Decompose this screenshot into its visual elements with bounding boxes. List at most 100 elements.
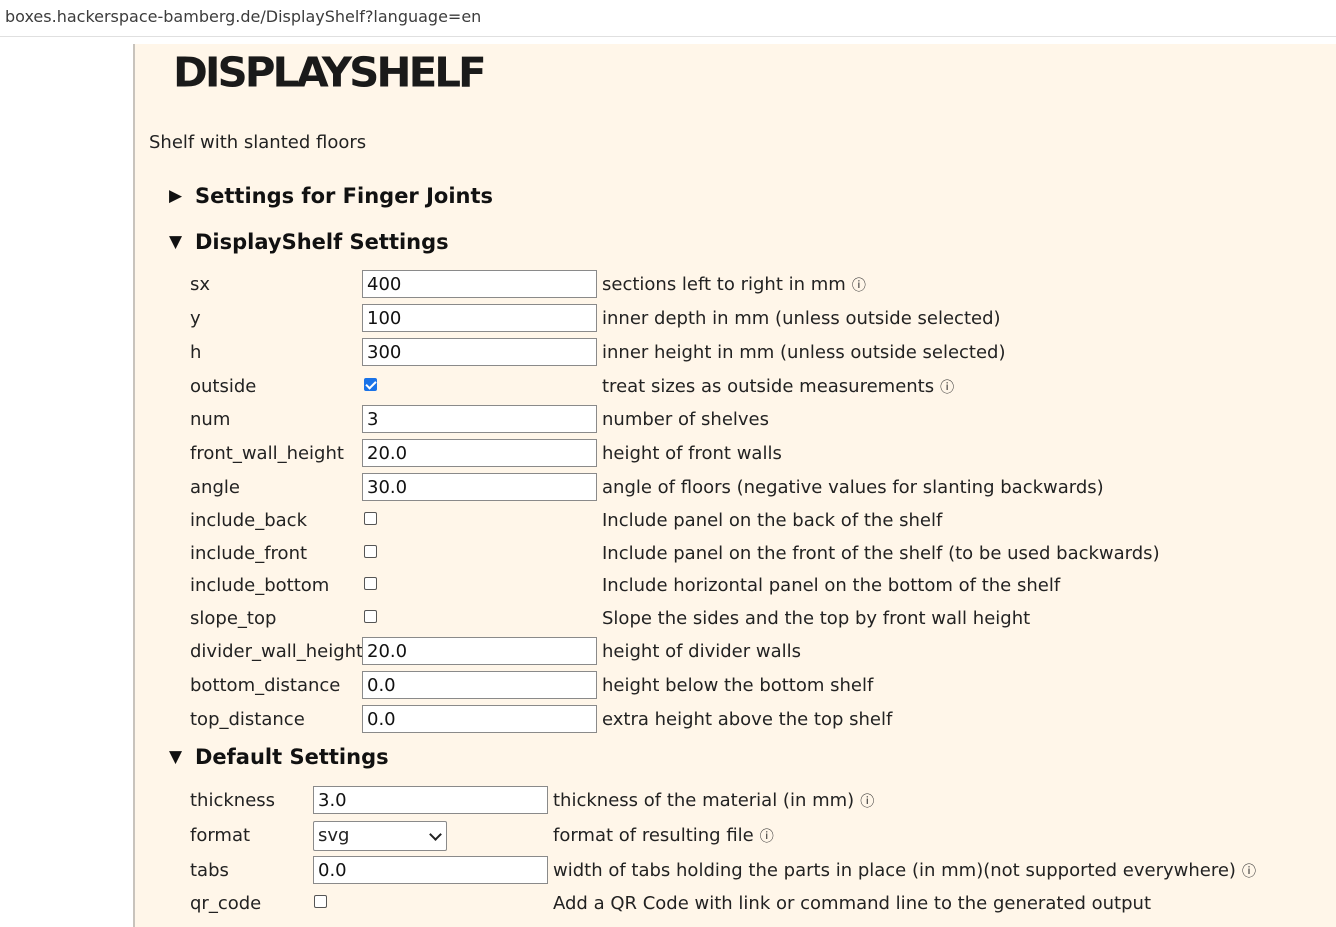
h-input[interactable]: [362, 338, 597, 366]
setting-row-slope_top: slope_top Slope the sides and the top by …: [190, 604, 1310, 634]
setting-row-format: format svg format of resulting file ⓘ: [190, 821, 1310, 851]
include-back-checkbox[interactable]: [364, 512, 377, 525]
help-text: Include panel on the front of the shelf …: [602, 543, 1160, 564]
format-select[interactable]: svg: [313, 821, 447, 851]
setting-help: sections left to right in mm ⓘ: [602, 274, 866, 295]
setting-label: qr_code: [190, 893, 262, 914]
tabs-input[interactable]: [313, 856, 548, 884]
include-bottom-checkbox[interactable]: [364, 577, 377, 590]
help-text: inner depth in mm (unless outside select…: [602, 308, 1001, 329]
qr-code-checkbox[interactable]: [314, 895, 327, 908]
include-front-checkbox[interactable]: [364, 545, 377, 558]
help-text: format of resulting file: [553, 825, 754, 846]
setting-help: number of shelves: [602, 409, 769, 430]
help-text: Include panel on the back of the shelf: [602, 510, 943, 531]
setting-help: height of front walls: [602, 443, 782, 464]
section-title: Default Settings: [195, 745, 389, 769]
y-input[interactable]: [362, 304, 597, 332]
section-displayshelf-settings[interactable]: ▼ DisplayShelf Settings: [169, 230, 449, 254]
front-wall-height-input[interactable]: [362, 439, 597, 467]
setting-help: Include panel on the front of the shelf …: [602, 543, 1160, 564]
setting-help: height of divider walls: [602, 641, 801, 662]
help-text: height of front walls: [602, 443, 782, 464]
help-text: height of divider walls: [602, 641, 802, 662]
setting-label: include_front: [190, 543, 308, 564]
chevron-down-icon: [429, 828, 442, 841]
sx-input[interactable]: [362, 270, 597, 298]
setting-label: front_wall_height: [190, 443, 344, 464]
bottom-distance-input[interactable]: [362, 671, 597, 699]
select-value: svg: [318, 825, 350, 846]
setting-row-qr_code: qr_code Add a QR Code with link or comman…: [190, 889, 1310, 919]
setting-label: angle: [190, 477, 240, 498]
angle-input[interactable]: [362, 473, 597, 501]
url-text[interactable]: boxes.hackerspace-bamberg.de/DisplayShel…: [5, 7, 481, 26]
divider-wall-height-input[interactable]: [362, 637, 597, 665]
setting-row-outside: outside treat sizes as outside measuremen…: [190, 372, 1310, 402]
help-text: thickness of the material (in mm): [553, 790, 855, 811]
setting-label: num: [190, 409, 231, 430]
info-icon[interactable]: ⓘ: [940, 380, 954, 396]
slope-top-checkbox[interactable]: [364, 610, 377, 623]
help-text: width of tabs holding the parts in place…: [553, 860, 1236, 881]
setting-label: sx: [190, 274, 211, 295]
setting-row-front_wall_height: front_wall_height height of front walls: [190, 439, 1310, 469]
setting-row-top_distance: top_distance extra height above the top s…: [190, 705, 1310, 735]
setting-help: treat sizes as outside measurements ⓘ: [602, 376, 954, 397]
setting-help: inner depth in mm (unless outside select…: [602, 308, 1001, 329]
setting-label: include_back: [190, 510, 307, 531]
info-icon[interactable]: ⓘ: [1242, 864, 1256, 880]
setting-help: extra height above the top shelf: [602, 709, 892, 730]
setting-label: bottom_distance: [190, 675, 341, 696]
setting-row-divider_wall_height: divider_wall_height height of divider wal…: [190, 637, 1310, 667]
help-text: inner height in mm (unless outside selec…: [602, 342, 1006, 363]
setting-row-bottom_distance: bottom_distance height below the bottom s…: [190, 671, 1310, 701]
setting-help: thickness of the material (in mm) ⓘ: [553, 790, 874, 811]
setting-label: top_distance: [190, 709, 305, 730]
address-bar[interactable]: boxes.hackerspace-bamberg.de/DisplayShel…: [0, 0, 1336, 37]
help-text: extra height above the top shelf: [602, 709, 893, 730]
triangle-down-icon: ▼: [169, 747, 183, 767]
triangle-down-icon: ▼: [169, 232, 183, 252]
help-text: Slope the sides and the top by front wal…: [602, 608, 1031, 629]
setting-help: inner height in mm (unless outside selec…: [602, 342, 1006, 363]
page-description: Shelf with slanted floors: [149, 132, 367, 153]
thickness-input[interactable]: [313, 786, 548, 814]
setting-help: height below the bottom shelf: [602, 675, 873, 696]
setting-help: Include panel on the back of the shelf: [602, 510, 942, 531]
setting-row-include_bottom: include_bottom Include horizontal panel o…: [190, 571, 1310, 601]
help-text: height below the bottom shelf: [602, 675, 874, 696]
top-distance-input[interactable]: [362, 705, 597, 733]
setting-row-sx: sx sections left to right in mm ⓘ: [190, 270, 1310, 300]
info-icon[interactable]: ⓘ: [852, 278, 866, 294]
outside-checkbox[interactable]: [364, 378, 377, 391]
help-text: angle of floors (negative values for sla…: [602, 477, 1104, 498]
setting-help: format of resulting file ⓘ: [553, 825, 774, 846]
setting-row-angle: angle angle of floors (negative values fo…: [190, 473, 1310, 503]
info-icon[interactable]: ⓘ: [760, 829, 774, 845]
setting-help: Include horizontal panel on the bottom o…: [602, 575, 1060, 596]
setting-row-thickness: thickness thickness of the material (in m…: [190, 786, 1310, 816]
setting-label: outside: [190, 376, 257, 397]
setting-help: Slope the sides and the top by front wal…: [602, 608, 1030, 629]
section-title: DisplayShelf Settings: [195, 230, 449, 254]
setting-label: thickness: [190, 790, 276, 811]
page-title: DISPLAYSHELF: [173, 48, 487, 97]
section-finger-joints[interactable]: ▶ Settings for Finger Joints: [169, 184, 493, 208]
setting-row-y: y inner depth in mm (unless outside selec…: [190, 304, 1310, 334]
section-title: Settings for Finger Joints: [195, 184, 494, 208]
setting-row-include_front: include_front Include panel on the front …: [190, 539, 1310, 569]
help-text: sections left to right in mm: [602, 274, 846, 295]
setting-row-tabs: tabs width of tabs holding the parts in p…: [190, 856, 1310, 886]
setting-help: width of tabs holding the parts in place…: [553, 860, 1256, 881]
section-default-settings[interactable]: ▼ Default Settings: [169, 745, 389, 769]
setting-label: h: [190, 342, 202, 363]
setting-label: y: [190, 308, 201, 329]
num-input[interactable]: [362, 405, 597, 433]
setting-label: format: [190, 825, 251, 846]
info-icon[interactable]: ⓘ: [860, 794, 874, 810]
setting-label: slope_top: [190, 608, 277, 629]
help-text: number of shelves: [602, 409, 770, 430]
page-content: DISPLAYSHELF Shelf with slanted floors ▶…: [133, 44, 1336, 927]
setting-row-include_back: include_back Include panel on the back of…: [190, 506, 1310, 536]
